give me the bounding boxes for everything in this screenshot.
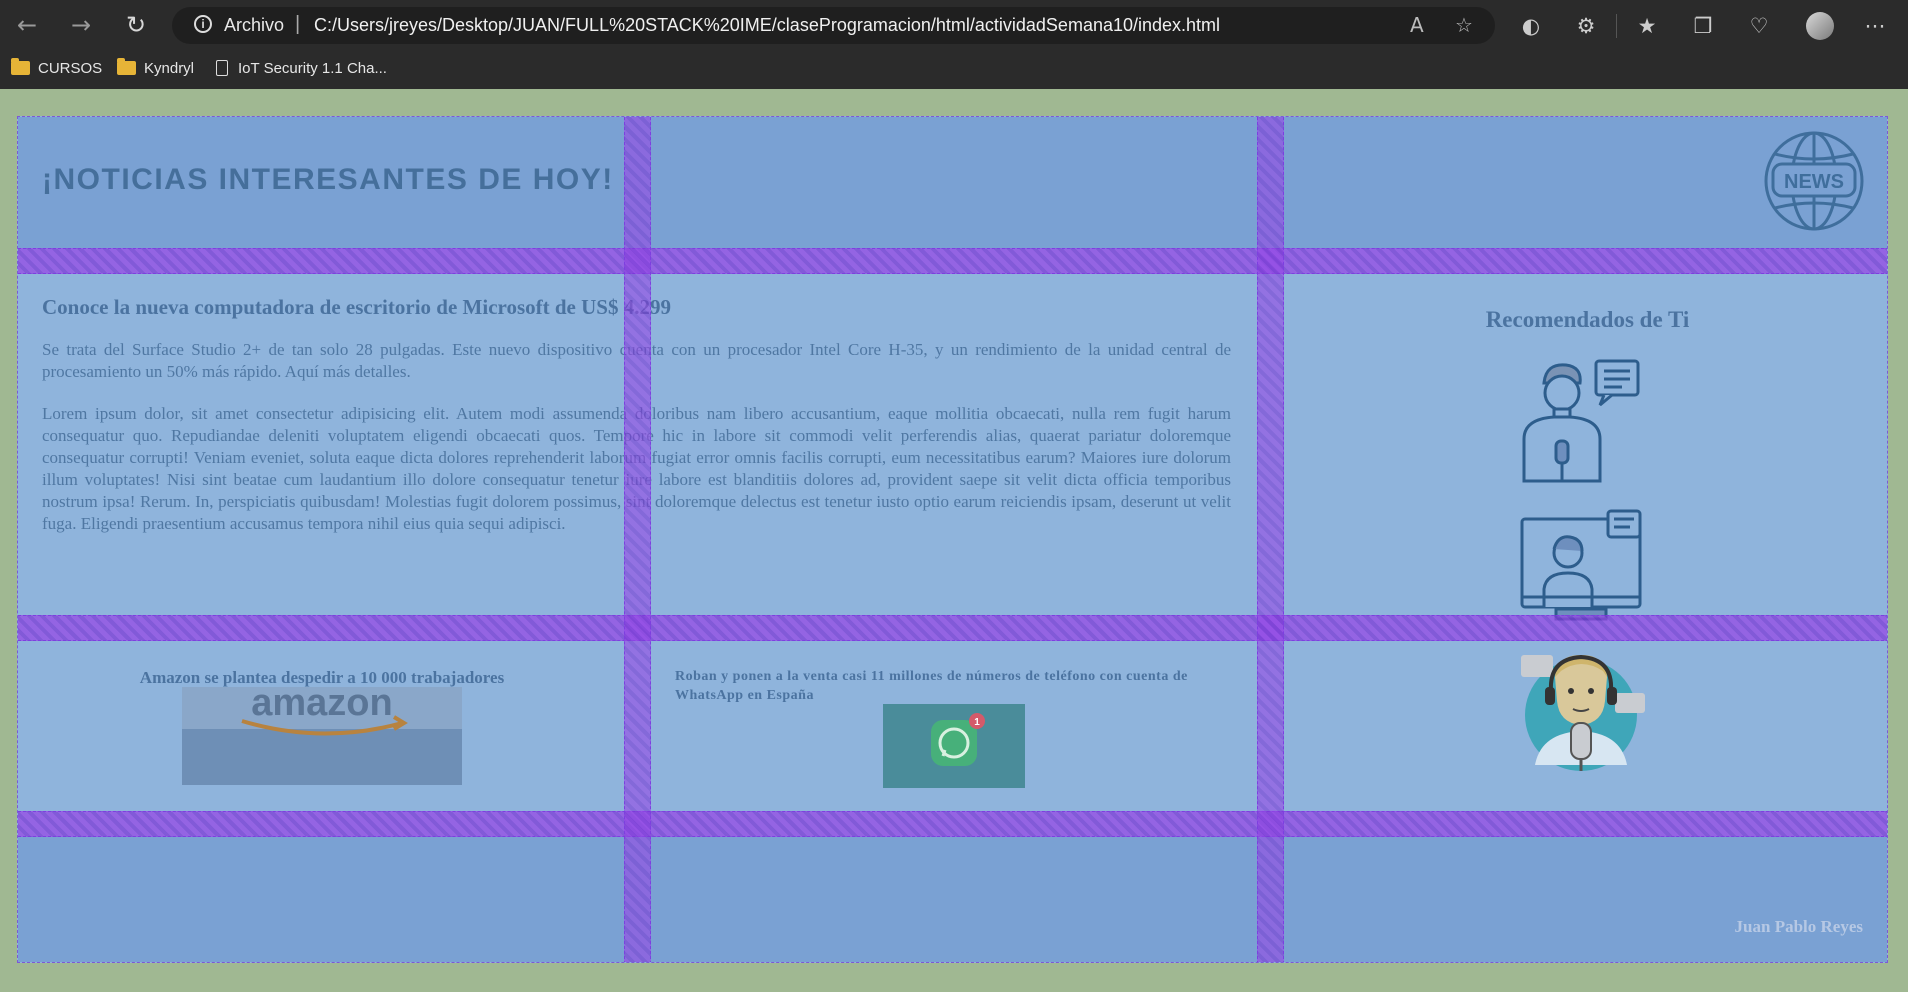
radio-host-icon [1521,654,1645,771]
page-title: ¡NOTICIAS INTERESANTES DE HOY! [42,163,614,196]
read-aloud-icon[interactable]: A [1410,13,1424,37]
grid-container: ¡NOTICIAS INTERESANTES DE HOY! NEWS Cono… [17,116,1888,963]
recommended-title: Recomendados de Ti [1485,307,1690,332]
url-scheme-label: Archivo [224,15,285,35]
news-amazon-title: Amazon se plantea despedir a 10 000 trab… [139,668,505,687]
whatsapp-image: 1 [883,704,1025,788]
info-icon[interactable]: i [194,15,212,33]
news-logo-text: NEWS [1784,171,1844,193]
bookmark-iot-security[interactable]: IoT Security 1.1 Cha... [216,57,387,81]
notification-badge: 1 [974,717,980,728]
tv-anchor-icon [1520,509,1642,621]
browser-toolbar: ← → ↻ i Archivo | C:/Users/jreyes/Deskto… [0,0,1908,51]
news-whatsapp-title: Roban y ponen a la venta casi 11 millone… [675,669,1188,703]
forward-arrow-icon[interactable]: → [66,10,96,40]
footer-author: Juan Pablo Reyes [1734,917,1863,936]
add-favorite-icon[interactable]: ☆ [1455,13,1473,37]
bookmark-label: IoT Security 1.1 Cha... [238,60,387,77]
url-separator: | [295,13,301,35]
grid-row-gap [18,615,1887,641]
browser-essentials-icon[interactable]: ♡ [1746,13,1772,39]
amazon-image: amazon [182,687,462,785]
password-manager-icon[interactable]: ◐ [1518,13,1544,39]
page-icon [216,60,228,76]
toolbar-divider [1616,14,1617,38]
grid-row-gap [18,248,1887,274]
bookmark-kyndryl[interactable]: Kyndryl [117,57,194,81]
favorites-icon[interactable]: ★ [1634,13,1660,39]
profile-avatar[interactable] [1806,12,1834,40]
collections-icon[interactable]: ❐ [1690,13,1716,39]
news-globe-logo: NEWS [1764,131,1864,231]
footer-area [18,837,1887,962]
bookmark-label: CURSOS [38,60,103,77]
folder-icon [11,58,30,75]
grid-column-gap [1257,117,1284,962]
grid-row-gap [18,811,1887,837]
bookmarks-bar: CURSOS Kyndryl IoT Security 1.1 Cha... [0,51,1908,89]
more-options-icon[interactable]: ⋯ [1862,13,1888,39]
address-bar[interactable]: i Archivo | C:/Users/jreyes/Desktop/JUAN… [172,7,1495,44]
amazon-logo-text: amazon [251,687,392,724]
grid-column-gap [624,117,651,962]
bookmark-cursos[interactable]: CURSOS [11,57,102,81]
folder-icon [117,58,136,75]
url-text[interactable]: C:/Users/jreyes/Desktop/JUAN/FULL%20STAC… [314,15,1220,36]
reload-icon[interactable]: ↻ [121,10,151,40]
reporter-icon [1522,359,1640,483]
bookmark-label: Kyndryl [144,60,195,77]
back-arrow-icon[interactable]: ← [12,10,42,40]
extensions-icon[interactable]: ⚙ [1573,13,1599,39]
